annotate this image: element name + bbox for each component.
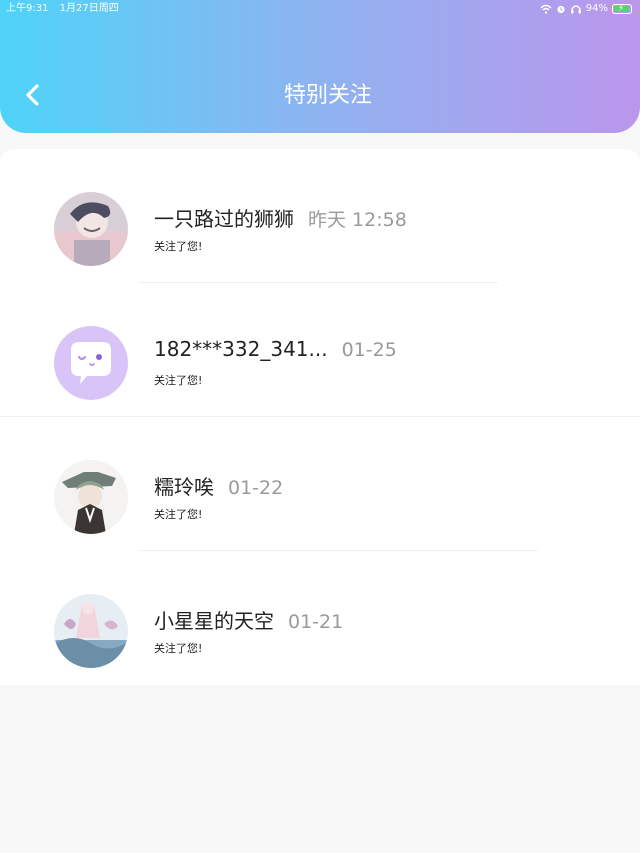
avatar (54, 594, 128, 668)
avatar (54, 326, 128, 400)
status-left: 上午9:31 1月27日周四 (6, 0, 127, 18)
follow-message: 关注了您! (154, 642, 203, 655)
list-item[interactable]: 小星星的天空 01-21 关注了您! (0, 551, 640, 685)
header-bar: 上午9:31 1月27日周四 94% ⚡ 特别关注 (0, 0, 640, 133)
follow-list: 一只路过的狮狮 昨天 12:58 关注了您! 182***332_341... 01… (0, 149, 640, 685)
follow-time: 昨天 12:58 (308, 209, 407, 231)
user-name: 糯玲唉 (154, 475, 214, 499)
avatar (54, 460, 128, 534)
page-title: 特别关注 (283, 83, 372, 108)
list-item[interactable]: 182***332_341... 01-25 关注了您! (0, 283, 640, 417)
battery-percent: 94% (585, 3, 608, 14)
follow-time: 01-25 (341, 339, 397, 361)
battery-icon: ⚡ (612, 4, 632, 14)
follow-message: 关注了您! (154, 374, 203, 387)
wifi-icon (540, 4, 552, 14)
follow-message: 关注了您! (154, 240, 203, 253)
follow-time: 01-21 (288, 611, 344, 633)
name-line: 糯玲唉 01-22 (154, 471, 283, 500)
status-time: 上午9:31 (6, 3, 49, 14)
user-name: 一只路过的狮狮 (154, 207, 294, 231)
follow-message: 关注了您! (154, 508, 203, 521)
avatar (54, 192, 128, 266)
charging-bolt-icon: ⚡ (618, 4, 625, 14)
status-right: 94% ⚡ (540, 0, 632, 18)
headphones-icon (570, 5, 581, 14)
user-name: 小星星的天空 (154, 609, 274, 633)
list-item[interactable]: 糯玲唉 01-22 关注了您! (0, 417, 640, 551)
name-line: 小星星的天空 01-21 (154, 605, 343, 634)
list-item[interactable]: 一只路过的狮狮 昨天 12:58 关注了您! (0, 149, 640, 283)
name-line: 一只路过的狮狮 昨天 12:58 (154, 203, 407, 232)
user-name: 182***332_341... (154, 337, 328, 361)
alarm-icon (557, 5, 565, 14)
status-bar: 上午9:31 1月27日周四 94% ⚡ (0, 0, 640, 18)
follow-time: 01-22 (228, 477, 284, 499)
status-date: 1月27日周四 (59, 3, 119, 14)
name-line: 182***332_341... 01-25 (154, 337, 397, 361)
